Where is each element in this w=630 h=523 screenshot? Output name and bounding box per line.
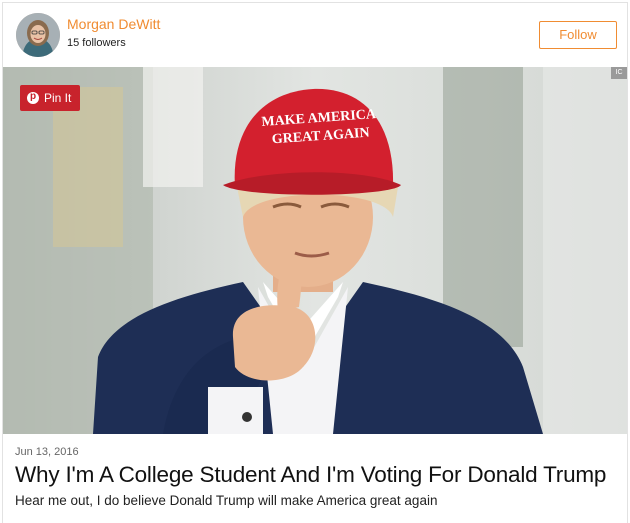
article-subtitle: Hear me out, I do believe Donald Trump w… [15,493,438,508]
pinterest-icon [27,84,39,110]
follower-count: 15 followers [67,37,126,49]
pin-it-button[interactable]: Pin It [20,84,81,111]
follow-button[interactable]: Follow [539,21,617,49]
pin-it-label: Pin It [44,91,72,105]
publish-date: Jun 13, 2016 [15,446,79,458]
card-header: Morgan DeWitt 15 followers Follow [3,3,627,67]
article-title[interactable]: Why I'm A College Student And I'm Voting… [15,462,606,488]
image-credit-badge: IC [611,67,627,79]
avatar[interactable] [16,13,60,57]
article-card: Morgan DeWitt 15 followers Follow MAKE A… [2,2,628,523]
author-name[interactable]: Morgan DeWitt [67,16,160,32]
hero-image[interactable]: MAKE AMERICA GREAT AGAIN Pin It IC [3,67,627,434]
hero-photo: MAKE AMERICA GREAT AGAIN [3,67,627,434]
